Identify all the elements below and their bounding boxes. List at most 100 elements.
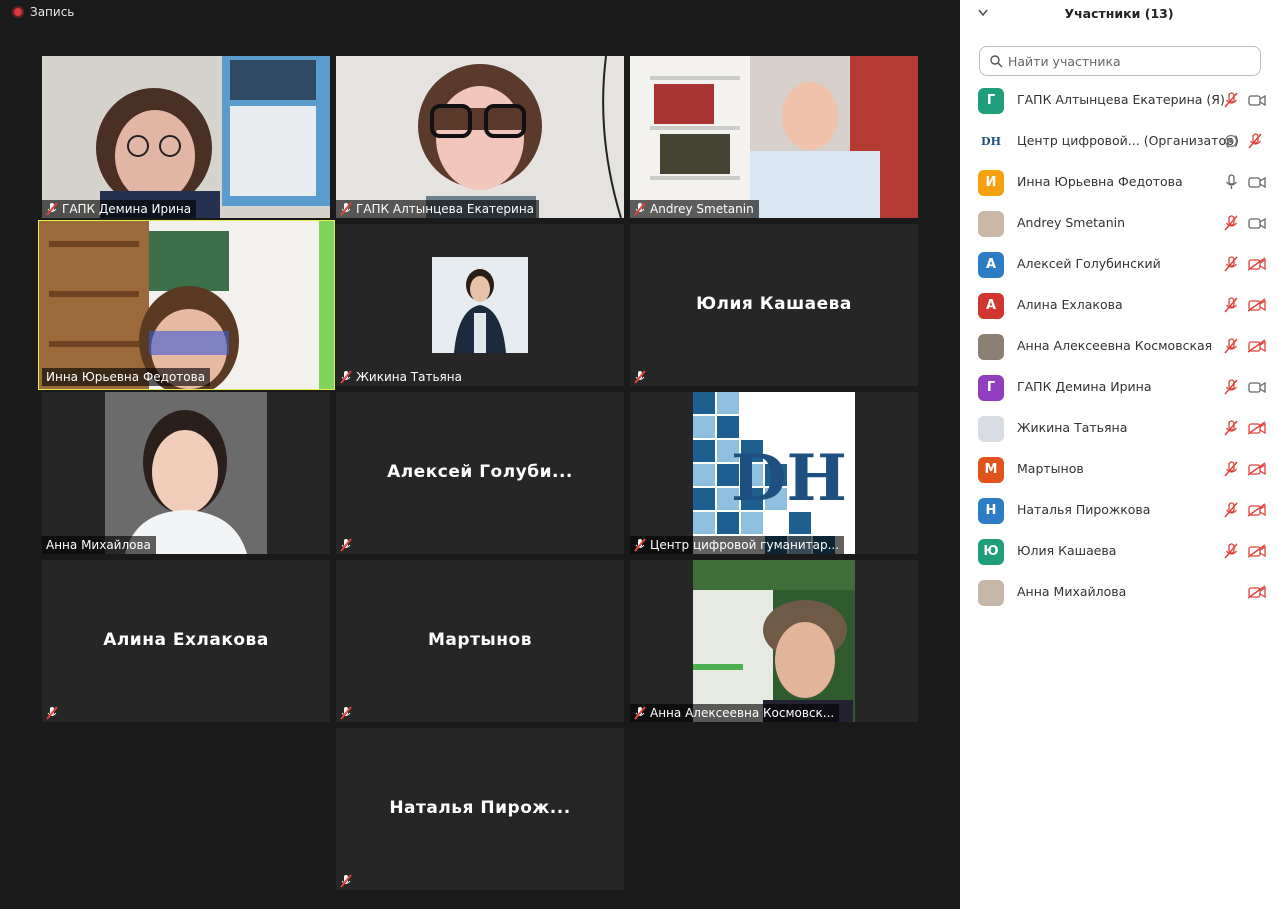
video-tile[interactable]: Анна Алексеевна Космовск... xyxy=(630,560,918,722)
mic-muted-icon xyxy=(46,202,58,216)
video-off-icon[interactable] xyxy=(1247,338,1266,357)
participant-row[interactable]: И Инна Юрьевна Федотова xyxy=(960,162,1278,203)
video-tile[interactable]: Мартынов xyxy=(336,560,624,722)
participant-name: Алексей Голубинский xyxy=(1017,256,1161,271)
participant-name: Юлия Кашаева xyxy=(1017,543,1117,558)
participant-name: Наталья Пирож... xyxy=(389,798,571,818)
dh-logo-text: DH xyxy=(731,441,847,516)
video-gallery: Запись ГАПК Демина Ирина ГАПК Алтынцева … xyxy=(0,0,960,909)
participant-row[interactable]: Жикина Татьяна xyxy=(960,408,1278,449)
mic-muted-icon[interactable] xyxy=(1224,543,1238,563)
record-icon xyxy=(12,6,24,18)
participant-label: Анна Михайлова xyxy=(42,536,156,554)
participant-name: Жикина Татьяна xyxy=(1017,420,1128,435)
mic-muted-icon xyxy=(634,202,646,216)
mic-muted-icon[interactable] xyxy=(1224,256,1238,276)
video-off-icon[interactable] xyxy=(1247,461,1266,480)
mic-muted-icon[interactable] xyxy=(1224,420,1238,440)
mic-muted-icon xyxy=(340,874,352,888)
video-tile[interactable]: ГАПК Демина Ирина xyxy=(42,56,330,218)
mic-muted-icon[interactable] xyxy=(1224,379,1238,399)
active-speaker-tile[interactable]: Инна Юрьевна Федотова xyxy=(38,220,335,390)
avatar: Г xyxy=(978,375,1004,401)
video-icon[interactable] xyxy=(1248,174,1266,193)
video-off-icon[interactable] xyxy=(1247,502,1266,521)
participant-row[interactable]: DH Центр цифровой... (Организатор) xyxy=(960,121,1278,162)
video-off-icon[interactable] xyxy=(1247,420,1266,439)
avatar: М xyxy=(978,457,1004,483)
participant-row[interactable]: Анна Михайлова xyxy=(960,572,1278,613)
mic-muted-icon[interactable] xyxy=(1224,502,1238,522)
mic-muted-icon[interactable] xyxy=(1224,215,1238,235)
avatar: Ю xyxy=(978,539,1004,565)
participant-row[interactable]: Анна Алексеевна Космовская xyxy=(960,326,1278,367)
participant-video xyxy=(630,56,918,218)
mic-muted-icon[interactable] xyxy=(1224,461,1238,481)
mic-muted-icon[interactable] xyxy=(1224,297,1238,317)
mic-muted-icon xyxy=(340,706,352,720)
participant-label: Andrey Smetanin xyxy=(630,200,759,218)
recording-icon[interactable] xyxy=(1224,133,1238,152)
participants-panel: Участники (13) Г ГАПК Алтынцева Екатерина… xyxy=(960,0,1278,909)
participant-name: Анна Михайлова xyxy=(1017,584,1127,599)
mic-muted-icon[interactable] xyxy=(1224,92,1238,112)
avatar: А xyxy=(978,252,1004,278)
participant-label: ГАПК Демина Ирина xyxy=(42,200,197,218)
mic-muted-icon[interactable] xyxy=(1248,133,1262,153)
avatar: DH xyxy=(978,129,1004,155)
mic-muted-icon[interactable] xyxy=(1224,338,1238,358)
mic-muted-icon xyxy=(46,706,58,720)
participant-row[interactable]: А Алексей Голубинский xyxy=(960,244,1278,285)
mic-muted-icon xyxy=(634,370,646,384)
avatar xyxy=(978,211,1004,237)
participant-name: Мартынов xyxy=(428,630,532,650)
participants-header: Участники (13) xyxy=(960,0,1278,30)
video-tile[interactable]: DH Центр цифровой гуманитар... xyxy=(630,392,918,554)
participant-name: Инна Юрьевна Федотова xyxy=(1017,174,1183,189)
video-tile[interactable]: Юлия Кашаева xyxy=(630,224,918,386)
mic-icon[interactable] xyxy=(1224,174,1238,194)
participant-search[interactable] xyxy=(979,46,1261,76)
participant-photo xyxy=(432,257,528,353)
participant-label: Анна Алексеевна Космовск... xyxy=(630,704,840,722)
video-icon[interactable] xyxy=(1248,215,1266,234)
participant-row[interactable]: Andrey Smetanin xyxy=(960,203,1278,244)
video-tile[interactable]: Алина Ехлакова xyxy=(42,560,330,722)
participant-row[interactable]: М Мартынов xyxy=(960,449,1278,490)
mic-muted-icon xyxy=(340,202,352,216)
video-tile[interactable]: Анна Михайлова xyxy=(42,392,330,554)
video-tile[interactable]: Andrey Smetanin xyxy=(630,56,918,218)
participant-name: Наталья Пирожкова xyxy=(1017,502,1151,517)
video-tile[interactable]: Жикина Татьяна xyxy=(336,224,624,386)
video-icon[interactable] xyxy=(1248,92,1266,111)
participant-name: Центр цифровой... (Организатор) xyxy=(1017,133,1239,148)
participant-row[interactable]: Ю Юлия Кашаева xyxy=(960,531,1278,572)
participant-label: Инна Юрьевна Федотова xyxy=(42,368,211,386)
participant-row[interactable]: Г ГАПК Алтынцева Екатерина (Я) xyxy=(960,80,1278,121)
mic-muted-icon xyxy=(634,538,646,552)
avatar: Н xyxy=(978,498,1004,524)
participant-name: Алексей Голуби... xyxy=(387,462,573,482)
participant-row[interactable]: Н Наталья Пирожкова xyxy=(960,490,1278,531)
dh-logo: DH xyxy=(693,392,855,554)
participant-video xyxy=(336,56,624,218)
recording-label: Запись xyxy=(30,5,75,19)
video-tile[interactable]: Алексей Голуби... xyxy=(336,392,624,554)
participant-name: Юлия Кашаева xyxy=(696,294,852,314)
video-icon[interactable] xyxy=(1248,379,1266,398)
participant-label: Центр цифровой гуманитар... xyxy=(630,536,845,554)
participant-video xyxy=(42,56,330,218)
avatar: И xyxy=(978,170,1004,196)
participant-label: Жикина Татьяна xyxy=(336,368,467,386)
video-off-icon[interactable] xyxy=(1247,543,1266,562)
video-tile[interactable]: Наталья Пирож... xyxy=(336,728,624,890)
video-off-icon[interactable] xyxy=(1247,584,1266,603)
video-off-icon[interactable] xyxy=(1247,297,1266,316)
search-input[interactable] xyxy=(1006,53,1250,70)
video-tile[interactable]: ГАПК Алтынцева Екатерина xyxy=(336,56,624,218)
recording-indicator[interactable]: Запись xyxy=(12,4,74,20)
participant-row[interactable]: Г ГАПК Демина Ирина xyxy=(960,367,1278,408)
participant-row[interactable]: А Алина Ехлакова xyxy=(960,285,1278,326)
participant-name: Алина Ехлакова xyxy=(103,630,269,650)
video-off-icon[interactable] xyxy=(1247,256,1266,275)
